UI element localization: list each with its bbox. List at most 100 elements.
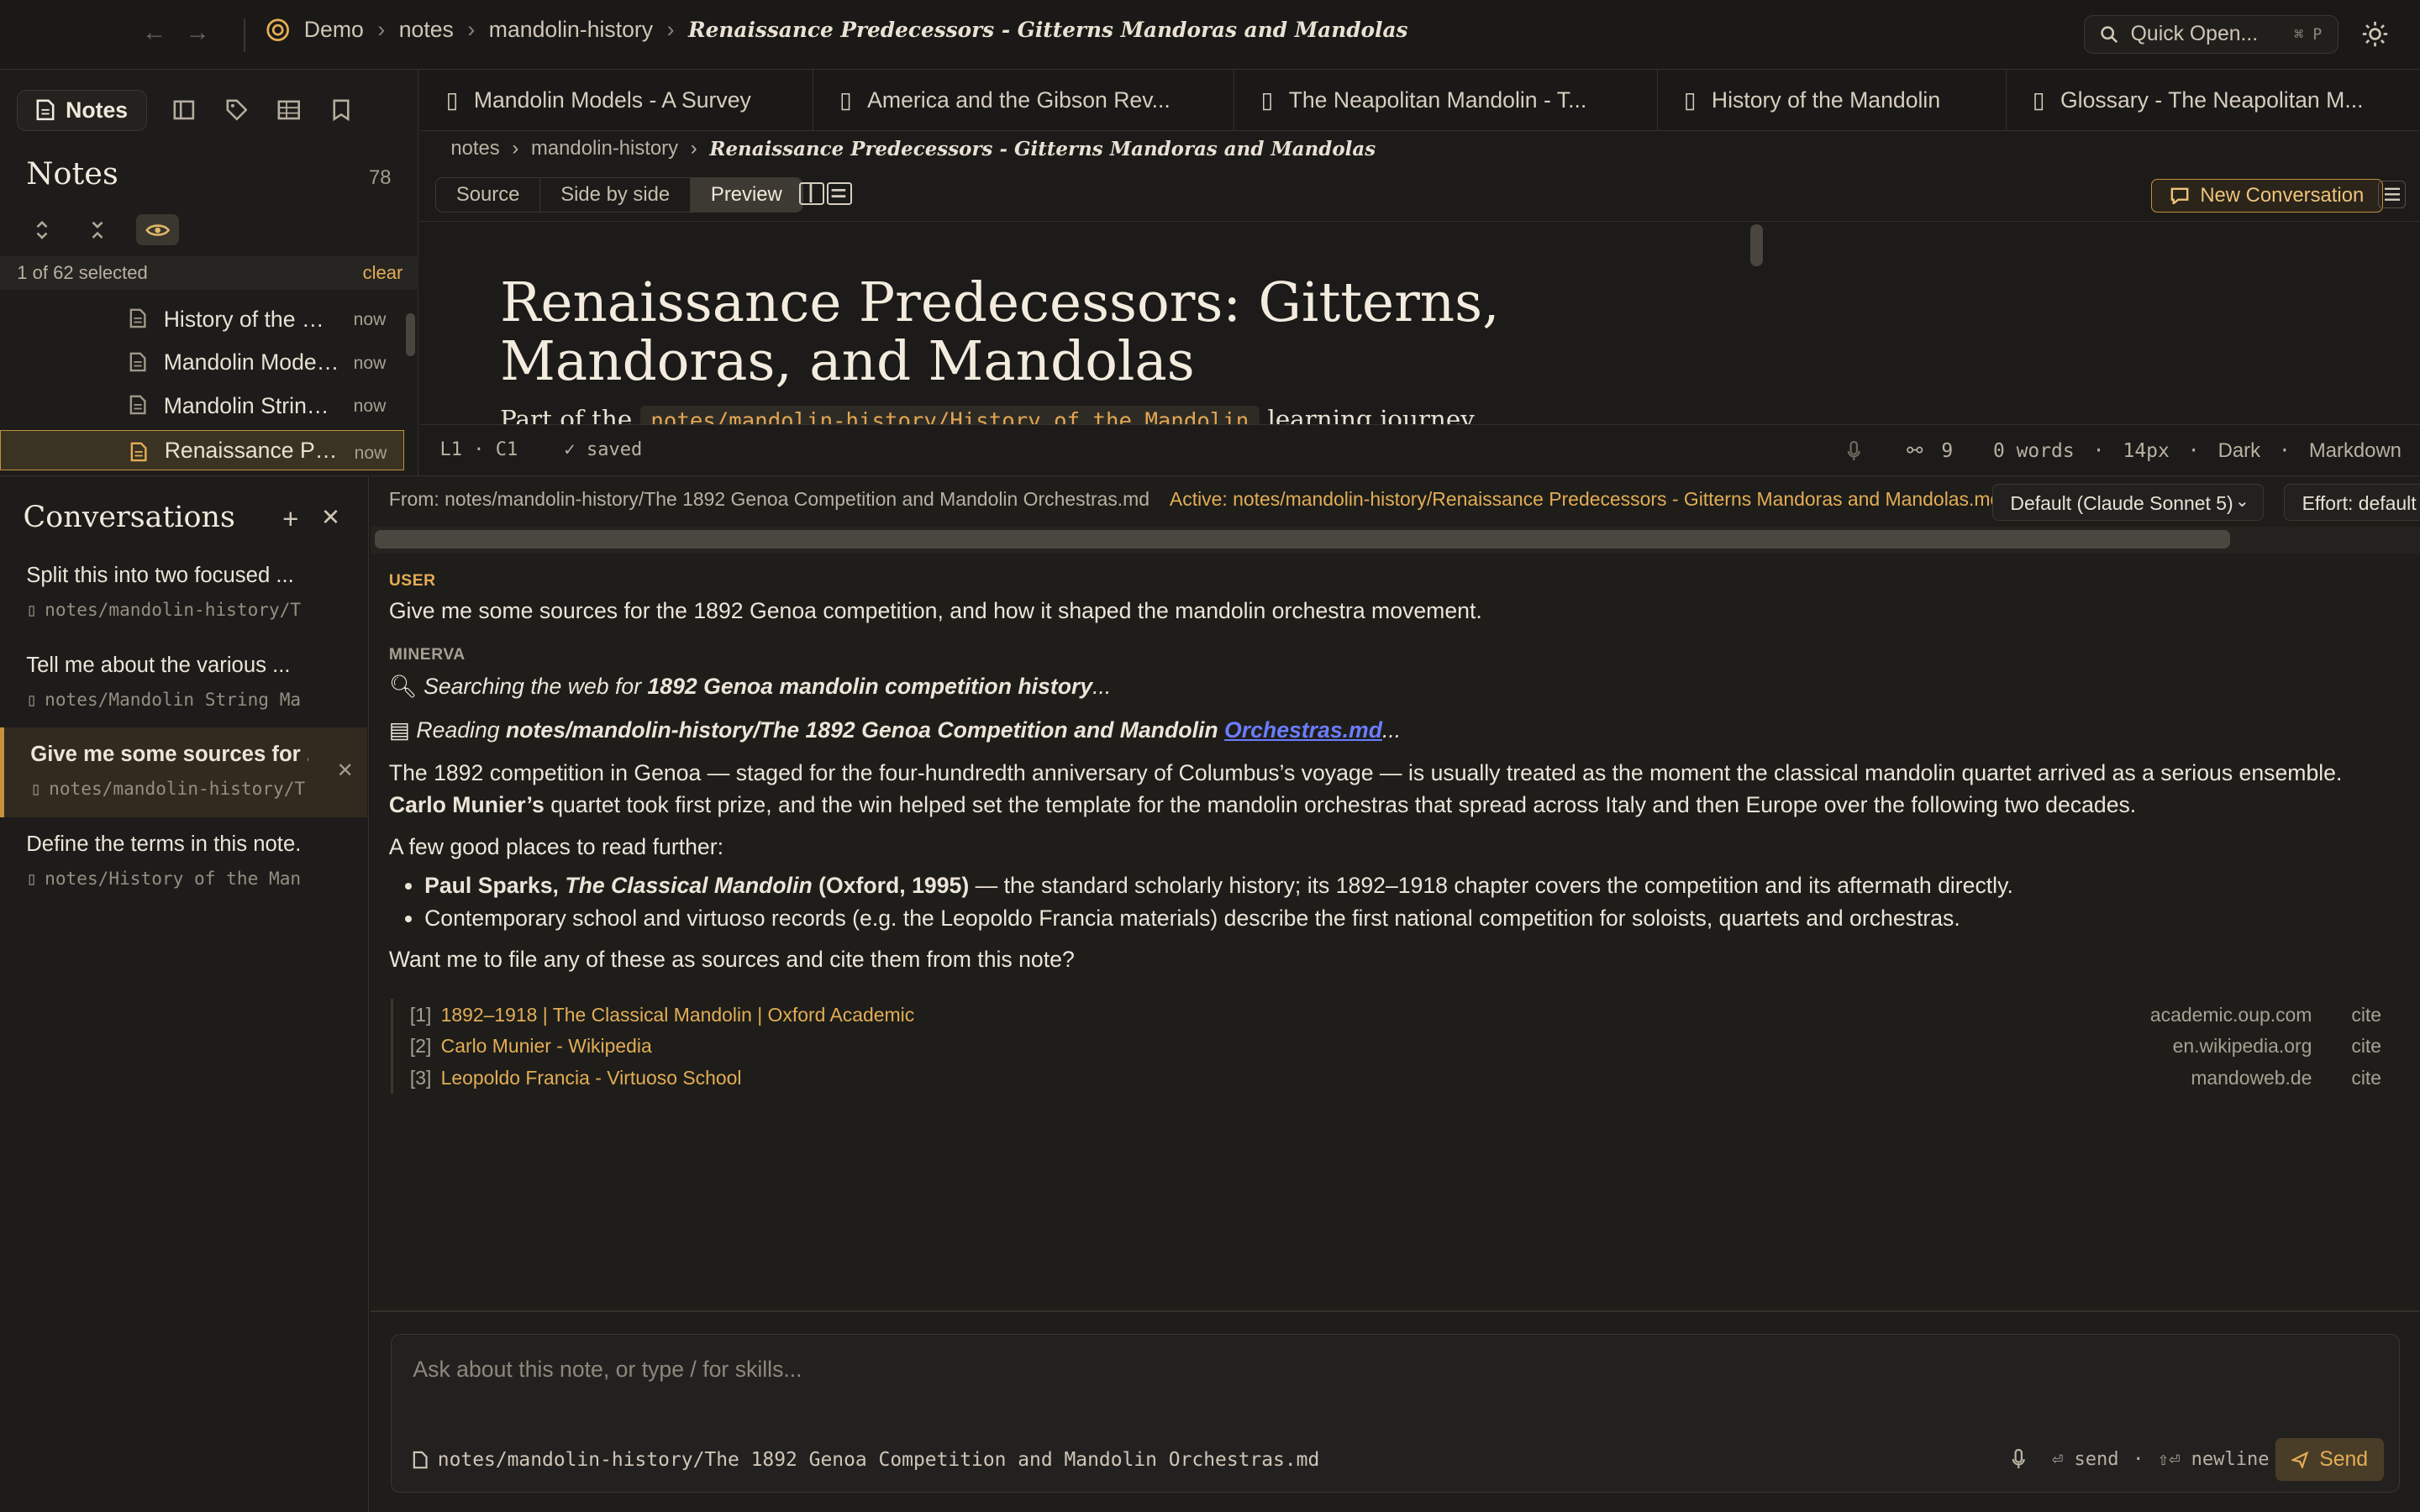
search-query: 1892 Genoa mandolin competition history xyxy=(647,674,1093,700)
note-link[interactable]: notes/mandolin-history/History of the Ma… xyxy=(639,405,1260,425)
sidebar-tabs: Notes xyxy=(17,89,357,132)
close-icon[interactable]: ✕ xyxy=(321,504,340,531)
breadcrumb-folder[interactable]: notes xyxy=(399,17,454,43)
citation-link[interactable]: Leopoldo Francia - Virtuoso School xyxy=(441,1067,742,1089)
back-arrow-icon[interactable]: ← xyxy=(142,18,166,47)
document-icon: ▯ xyxy=(2032,87,2045,113)
effort-select[interactable]: Effort: default xyxy=(2284,483,2420,521)
panel-layout-icon[interactable] xyxy=(169,95,200,126)
mode-preview[interactable]: Preview xyxy=(691,178,802,213)
read-file-link[interactable]: Orchestras.md xyxy=(1224,717,1382,743)
quick-open-button[interactable]: Quick Open... ⌘ P xyxy=(2083,15,2338,55)
table-icon[interactable] xyxy=(274,95,305,126)
conversation-title: Tell me about the various ... xyxy=(26,653,291,677)
mode-side-by-side[interactable]: Side by side xyxy=(540,178,692,213)
read-path: notes/mandolin-history/The 1892 Genoa Co… xyxy=(506,717,1218,743)
document-icon xyxy=(129,308,146,328)
split-horizontal-icon[interactable] xyxy=(827,181,852,206)
editor-tab[interactable]: ▯ The Neapolitan Mandolin - T... xyxy=(1234,69,1658,132)
editor-tab[interactable]: ▯ Mandolin Models - A Survey xyxy=(420,69,813,132)
cite-button[interactable]: cite xyxy=(2312,1004,2381,1026)
conversation-item-active[interactable]: Give me some sources for ... ▯ notes/mand… xyxy=(0,727,368,817)
expand-all-icon[interactable] xyxy=(24,214,58,245)
send-icon xyxy=(2291,1451,2309,1468)
quick-open-shortcut: ⌘ P xyxy=(2294,25,2323,44)
tag-icon[interactable] xyxy=(221,95,252,126)
conversation-path: notes/Mandolin String Materials xyxy=(45,688,302,710)
conversation-path: notes/mandolin-history/The 1892 xyxy=(49,778,306,800)
breadcrumb-workspace[interactable]: Demo xyxy=(304,17,364,43)
forward-arrow-icon[interactable]: → xyxy=(185,18,209,47)
editor-tab[interactable]: ▯ Glossary - The Neapolitan M... xyxy=(2007,70,2420,131)
chat-input[interactable]: Ask about this note, or type / for skill… xyxy=(390,1333,2401,1494)
language-mode[interactable]: Markdown xyxy=(2309,439,2402,463)
conversation-item[interactable]: Split this into two focused ... ▯ notes/m… xyxy=(0,549,367,638)
outline-icon[interactable] xyxy=(2378,180,2407,208)
assistant-paragraph: A few good places to read further: xyxy=(388,834,723,860)
note-list: History of the Mandolin now Mandolin Mod… xyxy=(0,297,405,471)
cite-button[interactable]: cite xyxy=(2312,1067,2381,1089)
editor-tab[interactable]: ▯ America and the Gibson Rev... xyxy=(813,69,1235,132)
microphone-icon[interactable] xyxy=(2012,1449,2026,1469)
cursor-position: L1 · C1 xyxy=(439,438,518,460)
model-select[interactable]: Default (Claude Sonnet 5) ⌄ xyxy=(1992,483,2265,521)
tab-label: The Neapolitan Mandolin - T... xyxy=(1288,87,1587,113)
split-vertical-icon[interactable] xyxy=(799,181,824,206)
list-item: Contemporary school and virtuoso records… xyxy=(424,902,2403,935)
preview-scrollbar[interactable] xyxy=(1749,224,1763,266)
check-icon: ✓ xyxy=(564,438,576,460)
citation-domain: mandoweb.de xyxy=(2191,1066,2312,1089)
breadcrumb: Demo › notes › mandolin-history › Renais… xyxy=(266,17,1408,43)
clear-selection-button[interactable]: clear xyxy=(363,262,403,284)
conversation-item[interactable]: Tell me about the various ... ▯ notes/Man… xyxy=(0,638,367,728)
conversation-item[interactable]: Define the terms in this note. ▯ notes/Hi… xyxy=(0,817,367,907)
tab-notes[interactable]: Notes xyxy=(17,89,148,132)
collapse-all-icon[interactable] xyxy=(80,214,113,245)
cite-button[interactable]: cite xyxy=(2312,1035,2381,1058)
citation-link[interactable]: 1892–1918 | The Classical Mandolin | Oxf… xyxy=(441,1004,915,1026)
mode-source[interactable]: Source xyxy=(436,178,541,213)
layout-buttons xyxy=(799,181,852,206)
scrollbar-thumb[interactable] xyxy=(375,529,2231,549)
citation-row: [2] Carlo Munier - Wikipedia en.wikipedi… xyxy=(410,1031,2381,1063)
model-label: Default (Claude Sonnet 5) xyxy=(2010,492,2233,515)
horizontal-scrollbar[interactable] xyxy=(370,527,2420,554)
new-conversation-button[interactable]: New Conversation xyxy=(2151,179,2384,213)
tab-label: Mandolin Models - A Survey xyxy=(473,87,751,113)
new-conversation-label: New Conversation xyxy=(2200,184,2365,207)
notes-sidebar: Notes Notes 78 1 of 62 selected clear Hi… xyxy=(0,69,418,475)
conversations-heading: Conversations xyxy=(23,501,235,535)
input-hints: ⏎ send · ⇧⏎ newline xyxy=(2012,1449,2270,1470)
microphone-icon[interactable] xyxy=(1847,440,1861,461)
document-icon: ▯ xyxy=(839,87,852,113)
note-item[interactable]: Mandolin String Materials now xyxy=(0,384,404,427)
divider xyxy=(370,1310,2420,1313)
breadcrumb-folder[interactable]: notes xyxy=(450,137,499,160)
send-button[interactable]: Send xyxy=(2275,1437,2384,1482)
note-item[interactable]: Mandolin Models - A Survey now xyxy=(0,341,404,384)
note-item-selected[interactable]: Renaissance Predecessors - Gitterns Mand… xyxy=(0,430,405,471)
tab-notes-label: Notes xyxy=(66,97,129,123)
theme-label[interactable]: Dark xyxy=(2218,439,2260,463)
eye-icon[interactable] xyxy=(135,214,180,246)
selection-count: 1 of 62 selected xyxy=(17,262,148,284)
save-status: saved xyxy=(586,438,643,460)
assistant-paragraph: Want me to file any of these as sources … xyxy=(388,947,1075,973)
note-title: History of the Mandolin xyxy=(163,306,339,332)
bookmark-icon[interactable] xyxy=(326,95,357,126)
editor-tab[interactable]: ▯ History of the Mandolin xyxy=(1658,69,2007,132)
citation-link[interactable]: Carlo Munier - Wikipedia xyxy=(441,1035,652,1058)
note-list-scrollbar[interactable] xyxy=(406,312,416,357)
status-bar: L1 · C1 ✓ saved ⚯ 9 0 words · 14px · Dar… xyxy=(419,424,2420,474)
list-item: Paul Sparks, The Classical Mandolin (Oxf… xyxy=(424,869,2403,902)
breadcrumb-subfolder[interactable]: mandolin-history xyxy=(489,17,653,43)
breadcrumb-subfolder[interactable]: mandolin-history xyxy=(531,137,678,160)
add-icon[interactable]: + xyxy=(282,504,298,536)
close-icon[interactable]: ✕ xyxy=(337,759,354,783)
font-size[interactable]: 14px xyxy=(2123,440,2170,462)
citation-number: [3] xyxy=(409,1066,432,1089)
theme-toggle-icon[interactable] xyxy=(2361,20,2389,48)
document-icon: ▯ xyxy=(1683,87,1697,113)
note-item[interactable]: History of the Mandolin now xyxy=(0,297,404,340)
top-bar: ← → Demo › notes › mandolin-history › Re… xyxy=(0,0,2420,70)
